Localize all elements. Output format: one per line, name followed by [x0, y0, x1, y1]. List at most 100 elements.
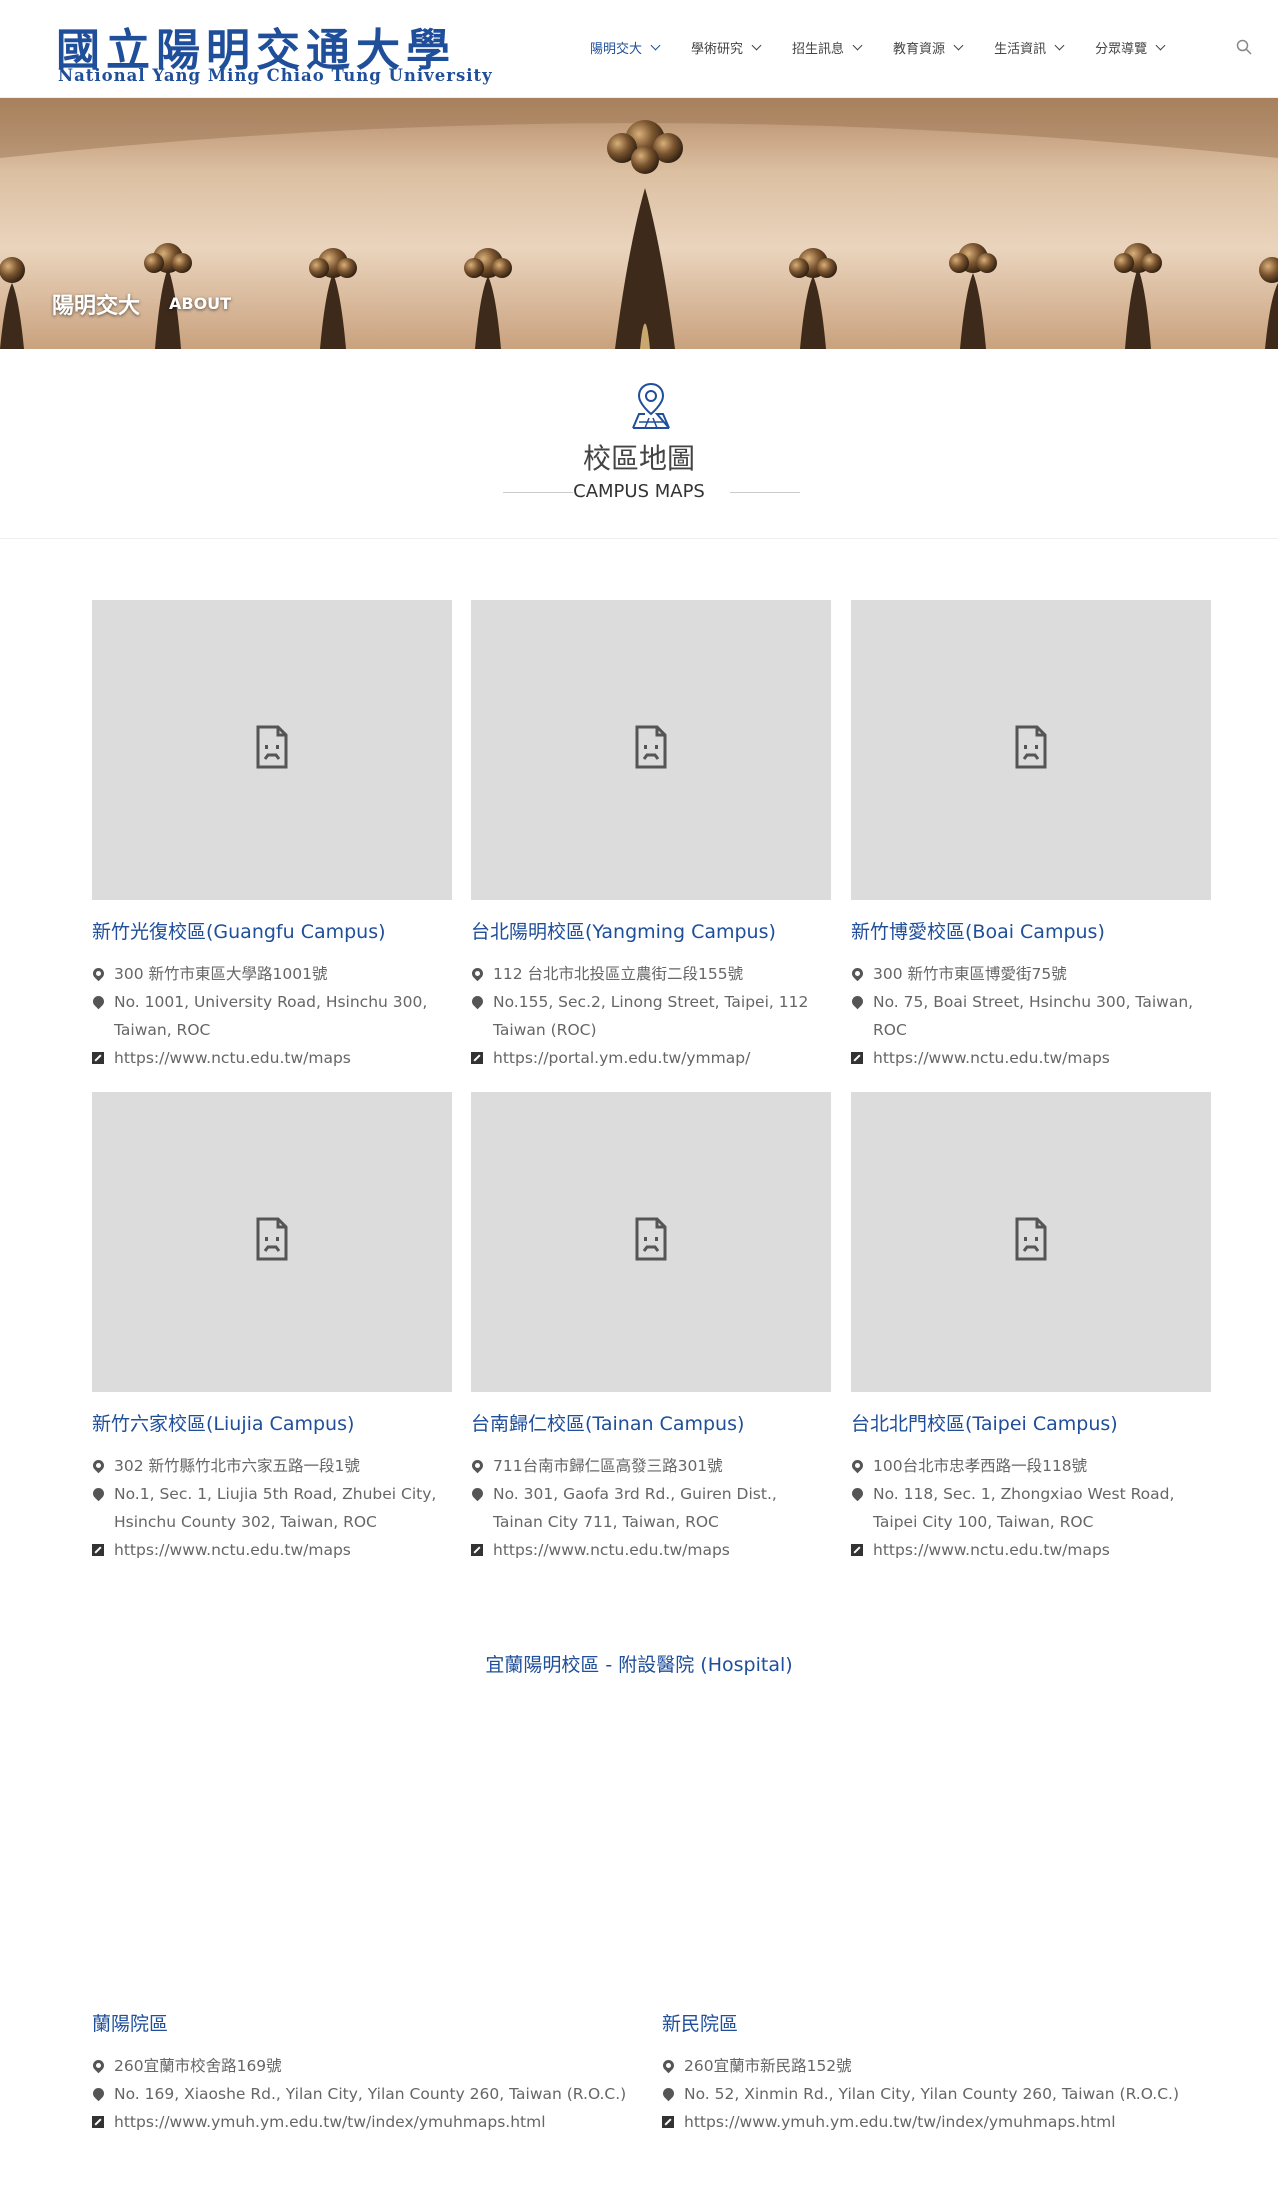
map-link[interactable]: https://portal.ym.edu.tw/ymmap/ [493, 1044, 750, 1072]
address-en: No. 1001, University Road, Hsinchu 300, … [114, 993, 428, 1039]
university-logo[interactable]: 國立陽明交通大學 National Yang Ming Chiao Tung U… [56, 14, 492, 88]
nav-label: 教育資源 [893, 42, 946, 57]
map-pin-icon [469, 1457, 486, 1474]
section-title-english: CAMPUS MAPS [573, 481, 705, 502]
map-pin-icon [90, 2057, 107, 2074]
url-row: https://www.nctu.edu.tw/maps [92, 1044, 452, 1072]
address-zh: 260宜蘭市新民路152號 [684, 2057, 852, 2075]
broken-image-icon [256, 725, 288, 769]
address-zh: 711台南市歸仁區高發三路301號 [493, 1457, 723, 1475]
map-link[interactable]: https://www.ymuh.ym.edu.tw/tw/index/ymuh… [684, 2108, 1116, 2136]
address-zh: 302 新竹縣竹北市六家五路一段1號 [114, 1457, 360, 1475]
external-link-icon [662, 2116, 674, 2128]
external-link-icon [471, 1544, 483, 1556]
map-pin-icon [632, 382, 670, 429]
address-zh: 112 台北市北投區立農街二段155號 [493, 965, 744, 983]
location-icon [90, 993, 107, 1010]
campus-card: 新竹博愛校區(Boai Campus) 300 新竹市東區博愛街75號 No. … [849, 600, 1211, 1072]
campus-title[interactable]: 新竹博愛校區(Boai Campus) [851, 918, 1211, 946]
logo-english: National Yang Ming Chiao Tung University [58, 66, 493, 85]
nav-item-admission[interactable]: 招生訊息 [792, 38, 863, 57]
map-pin-icon [660, 2057, 677, 2074]
campus-title[interactable]: 台南歸仁校區(Tainan Campus) [471, 1410, 831, 1438]
campus-map-embed[interactable] [471, 1092, 831, 1392]
address-zh-row: 112 台北市北投區立農街二段155號 [469, 960, 831, 988]
url-row: https://www.ymuh.ym.edu.tw/tw/index/ymuh… [662, 2108, 1222, 2136]
map-link[interactable]: https://www.nctu.edu.tw/maps [493, 1536, 730, 1564]
url-row: https://www.nctu.edu.tw/maps [471, 1536, 831, 1564]
map-link[interactable]: https://www.nctu.edu.tw/maps [114, 1536, 351, 1564]
external-link-icon [851, 1052, 863, 1064]
campus-title[interactable]: 新竹六家校區(Liujia Campus) [92, 1410, 452, 1438]
campus-card: 新竹六家校區(Liujia Campus) 302 新竹縣竹北市六家五路一段1號… [90, 1092, 452, 1564]
hospital-section-title[interactable]: 宜蘭陽明校區 - 附設醫院 (Hospital) [0, 1650, 1278, 1677]
map-link[interactable]: https://www.nctu.edu.tw/maps [873, 1044, 1110, 1072]
address-en: No. 169, Xiaoshe Rd., Yilan City, Yilan … [114, 2085, 627, 2103]
campus-title[interactable]: 台北陽明校區(Yangming Campus) [471, 918, 831, 946]
address-zh: 300 新竹市東區博愛街75號 [873, 965, 1067, 983]
map-pin-icon [469, 965, 486, 982]
campus-map-embed[interactable] [471, 600, 831, 900]
location-icon [469, 993, 486, 1010]
address-en-row: No.155, Sec.2, Linong Street, Taipei, 11… [469, 988, 831, 1044]
address-en: No. 52, Xinmin Rd., Yilan City, Yilan Co… [684, 2085, 1180, 2103]
address-zh: 300 新竹市東區大學路1001號 [114, 965, 328, 983]
banner-subtitle: ABOUT [169, 294, 232, 313]
address-en-row: No. 169, Xiaoshe Rd., Yilan City, Yilan … [90, 2080, 652, 2108]
location-icon [469, 1485, 486, 1502]
nav-item-resources[interactable]: 教育資源 [893, 38, 964, 57]
campus-card: 新竹光復校區(Guangfu Campus) 300 新竹市東區大學路1001號… [90, 600, 452, 1072]
campus-map-embed[interactable] [851, 600, 1211, 900]
chevron-down-icon [852, 40, 863, 51]
location-icon [90, 2085, 107, 2102]
map-link[interactable]: https://www.nctu.edu.tw/maps [114, 1044, 351, 1072]
address-en: No. 301, Gaofa 3rd Rd., Guiren Dist., Ta… [493, 1485, 777, 1531]
external-link-icon [851, 1544, 863, 1556]
section-title-chinese: 校區地圖 [582, 442, 695, 475]
map-pin-icon [849, 965, 866, 982]
broken-image-icon [256, 1217, 288, 1261]
campus-title[interactable]: 新竹光復校區(Guangfu Campus) [92, 918, 452, 946]
broken-image-icon [635, 725, 667, 769]
address-en-row: No. 301, Gaofa 3rd Rd., Guiren Dist., Ta… [469, 1480, 831, 1536]
campus-map-embed[interactable] [92, 600, 452, 900]
map-link[interactable]: https://www.nctu.edu.tw/maps [873, 1536, 1110, 1564]
hero-banner: 陽明交大 ABOUT [0, 98, 1278, 349]
address-zh: 260宜蘭市校舍路169號 [114, 2057, 282, 2075]
map-link[interactable]: https://www.ymuh.ym.edu.tw/tw/index/ymuh… [114, 2108, 546, 2136]
broken-image-icon [1015, 725, 1047, 769]
branch-title[interactable]: 蘭陽院區 [92, 2010, 652, 2038]
address-zh-row: 300 新竹市東區博愛街75號 [849, 960, 1211, 988]
search-icon[interactable] [1236, 39, 1252, 55]
nav-item-research[interactable]: 學術研究 [691, 38, 762, 57]
map-pin-icon [90, 965, 107, 982]
address-en-row: No.1, Sec. 1, Liujia 5th Road, Zhubei Ci… [90, 1480, 452, 1536]
address-zh-row: 302 新竹縣竹北市六家五路一段1號 [90, 1452, 452, 1480]
campus-map-embed[interactable] [92, 1092, 452, 1392]
broken-image-icon [635, 1217, 667, 1261]
map-pin-icon [90, 1457, 107, 1474]
divider-line [730, 492, 800, 493]
campus-map-embed[interactable] [851, 1092, 1211, 1392]
address-en: No. 118, Sec. 1, Zhongxiao West Road, Ta… [873, 1485, 1175, 1531]
external-link-icon [92, 2116, 104, 2128]
site-header: 國立陽明交通大學 National Yang Ming Chiao Tung U… [0, 0, 1278, 98]
external-link-icon [92, 1052, 104, 1064]
url-row: https://www.nctu.edu.tw/maps [851, 1044, 1211, 1072]
address-zh-row: 260宜蘭市新民路152號 [660, 2052, 1222, 2080]
nav-label: 陽明交大 [590, 42, 643, 57]
chevron-down-icon [953, 40, 964, 51]
address-en: No. 75, Boai Street, Hsinchu 300, Taiwan… [873, 993, 1194, 1039]
nav-item-audience[interactable]: 分眾導覽 [1095, 38, 1166, 57]
nav-label: 招生訊息 [792, 42, 845, 57]
nav-item-life[interactable]: 生活資訊 [994, 38, 1065, 57]
url-row: https://www.nctu.edu.tw/maps [92, 1536, 452, 1564]
address-en: No.1, Sec. 1, Liujia 5th Road, Zhubei Ci… [114, 1485, 437, 1531]
nav-item-about[interactable]: 陽明交大 [590, 38, 661, 57]
map-pin-icon [849, 1457, 866, 1474]
url-row: https://portal.ym.edu.tw/ymmap/ [471, 1044, 831, 1072]
nav-label: 分眾導覽 [1095, 42, 1148, 57]
branch-title[interactable]: 新民院區 [662, 2010, 1222, 2038]
campus-title[interactable]: 台北北門校區(Taipei Campus) [851, 1410, 1211, 1438]
address-en-row: No. 75, Boai Street, Hsinchu 300, Taiwan… [849, 988, 1211, 1044]
